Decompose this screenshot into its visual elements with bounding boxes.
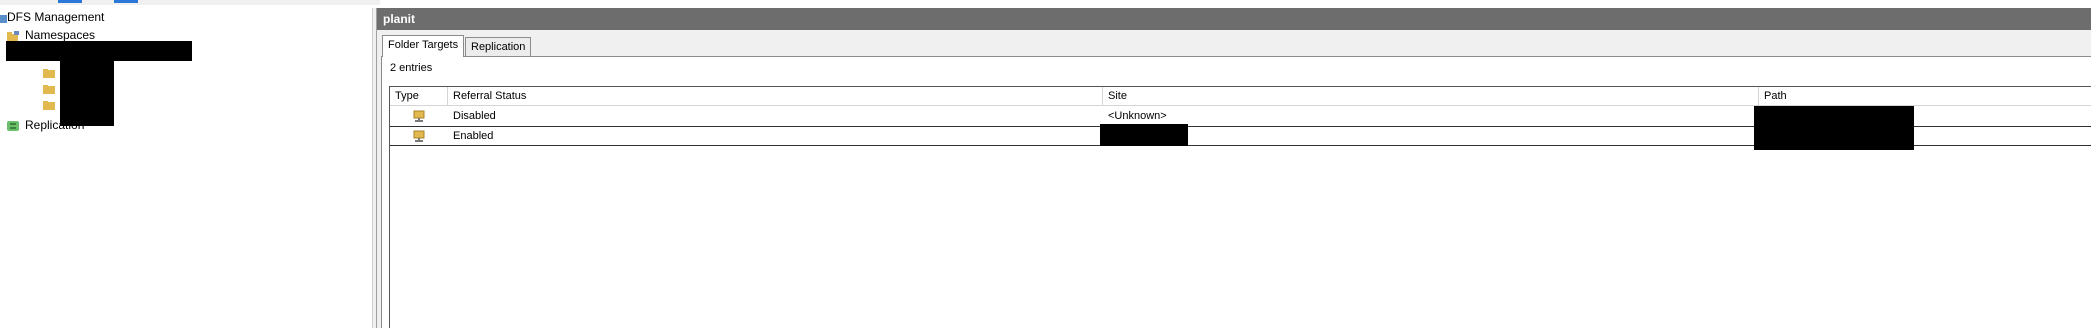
column-header-referral-status[interactable]: Referral Status	[448, 87, 1103, 105]
redacted-site	[1100, 124, 1188, 146]
folder-target-icon	[412, 130, 426, 142]
column-header-site[interactable]: Site	[1103, 87, 1759, 105]
folder-target-icon	[412, 110, 426, 122]
column-header-type[interactable]: Type	[390, 87, 448, 105]
column-header-path[interactable]: Path	[1759, 87, 2091, 105]
redacted-folder-names	[60, 59, 114, 126]
folder-targets-list[interactable]: Type Referral Status Site Path Disabled …	[389, 86, 2091, 328]
referral-status-cell: Disabled	[453, 110, 496, 122]
top-strip	[0, 0, 380, 5]
folder-icon[interactable]	[42, 68, 56, 78]
folder-icon[interactable]	[42, 84, 56, 94]
toolbar-button-marker[interactable]	[114, 0, 138, 3]
tab-panel: 2 entries Type Referral Status Site Path…	[381, 56, 2091, 328]
folder-icon[interactable]	[42, 100, 56, 110]
tree-item-label: Replication	[25, 118, 85, 132]
replication-icon	[6, 120, 20, 131]
pane-title: planit	[377, 8, 2091, 30]
tab-folder-targets[interactable]: Folder Targets	[382, 35, 465, 57]
entries-count: 2 entries	[390, 62, 433, 74]
toolbar-button-marker[interactable]	[58, 0, 82, 3]
console-tree[interactable]: DFS Management Namespaces Replication	[0, 8, 373, 328]
list-header: Type Referral Status Site Path	[390, 87, 2091, 106]
namespaces-icon	[6, 30, 20, 41]
tab-replication[interactable]: Replication	[465, 37, 532, 56]
tree-item-label: DFS Management	[7, 10, 105, 24]
referral-status-cell: Enabled	[453, 130, 494, 142]
redacted-path	[1754, 106, 1914, 150]
site-cell: <Unknown>	[1108, 110, 1167, 122]
details-pane: planit Folder Targets Replication 2 entr…	[377, 8, 2091, 328]
redacted-namespace-name	[6, 41, 192, 61]
